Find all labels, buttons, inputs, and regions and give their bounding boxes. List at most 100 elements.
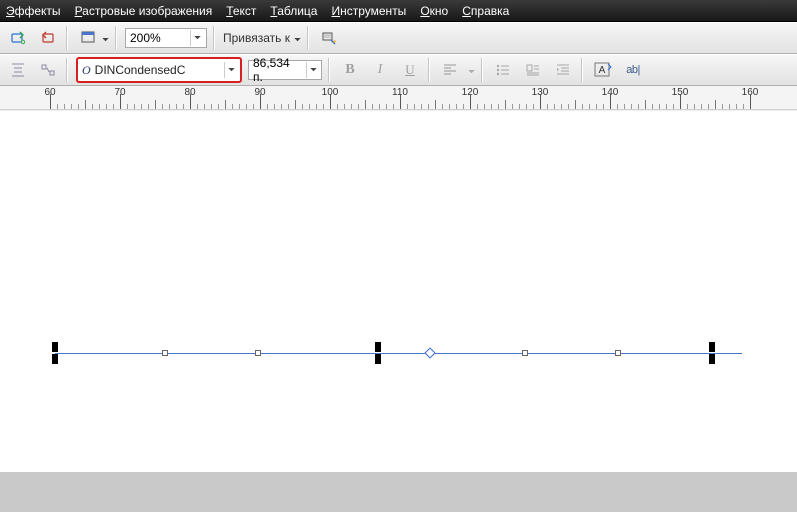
svg-text:A: A bbox=[599, 65, 606, 76]
italic-button[interactable]: I bbox=[368, 58, 392, 82]
selection-handle[interactable] bbox=[709, 354, 715, 364]
bullet-list-icon[interactable] bbox=[491, 58, 515, 82]
separator bbox=[581, 58, 585, 82]
ruler-tick bbox=[701, 104, 702, 109]
ruler-tick bbox=[351, 104, 352, 109]
ruler-tick bbox=[372, 104, 373, 109]
ruler-tick bbox=[274, 104, 275, 109]
separator bbox=[307, 26, 311, 50]
selection-outline[interactable] bbox=[55, 353, 742, 354]
ruler-tick bbox=[505, 100, 506, 109]
ruler-tick bbox=[211, 104, 212, 109]
distribute-icon[interactable] bbox=[36, 58, 60, 82]
indent-icon[interactable] bbox=[551, 58, 575, 82]
ruler-tick bbox=[736, 104, 737, 109]
text-toolbar: O DINCondensedC 86,534 п. B I U A ab| bbox=[0, 54, 797, 86]
ruler-tick bbox=[659, 104, 660, 109]
menu-text[interactable]: Текст bbox=[226, 4, 256, 18]
zoom-combo[interactable]: 200% bbox=[125, 28, 207, 48]
ruler-tick bbox=[526, 104, 527, 109]
ruler-tick bbox=[85, 100, 86, 109]
ruler-tick bbox=[162, 104, 163, 109]
character-format-icon[interactable]: A bbox=[591, 58, 615, 82]
ruler-tick bbox=[365, 100, 366, 109]
ruler-tick bbox=[715, 100, 716, 109]
menu-raster[interactable]: Растровые изображения bbox=[75, 4, 213, 18]
ruler-tick bbox=[379, 104, 380, 109]
ruler-tick bbox=[687, 104, 688, 109]
ruler-tick bbox=[617, 104, 618, 109]
align-guides-icon[interactable] bbox=[6, 58, 30, 82]
ruler-tick bbox=[645, 100, 646, 109]
separator bbox=[213, 26, 217, 50]
ruler-tick bbox=[155, 100, 156, 109]
ruler-tick bbox=[491, 104, 492, 109]
ruler-tick bbox=[120, 94, 121, 109]
ruler-tick bbox=[323, 104, 324, 109]
ruler-tick bbox=[477, 104, 478, 109]
separator bbox=[328, 58, 332, 82]
ruler-tick bbox=[190, 94, 191, 109]
import-icon[interactable] bbox=[6, 26, 30, 50]
menu-effects[interactable]: Эффекты bbox=[6, 4, 61, 18]
ruler-tick bbox=[92, 104, 93, 109]
standard-toolbar: 200% Привязать к bbox=[0, 22, 797, 54]
ruler-tick bbox=[134, 104, 135, 109]
ruler-tick bbox=[57, 104, 58, 109]
ruler-tick bbox=[568, 104, 569, 109]
ruler-tick bbox=[554, 104, 555, 109]
chevron-down-icon bbox=[224, 62, 238, 78]
selection-handle[interactable] bbox=[52, 354, 58, 364]
snap-label: Привязать к bbox=[223, 31, 290, 45]
separator bbox=[428, 58, 432, 82]
publish-dropdown[interactable] bbox=[76, 26, 109, 50]
font-size-value: 86,534 п. bbox=[253, 56, 298, 84]
selection-mid-handle[interactable] bbox=[255, 350, 261, 356]
ruler-tick bbox=[281, 104, 282, 109]
selection-handle[interactable] bbox=[375, 342, 381, 352]
ruler-tick bbox=[561, 104, 562, 109]
selection-mid-handle[interactable] bbox=[162, 350, 168, 356]
ruler-tick bbox=[176, 104, 177, 109]
font-family-combo[interactable]: O DINCondensedC bbox=[76, 57, 242, 83]
dropcap-icon[interactable] bbox=[521, 58, 545, 82]
selection-handle[interactable] bbox=[52, 342, 58, 352]
selection-mid-handle[interactable] bbox=[615, 350, 621, 356]
separator bbox=[115, 26, 119, 50]
ruler-tick bbox=[344, 104, 345, 109]
export-icon[interactable] bbox=[36, 26, 60, 50]
ruler-tick bbox=[750, 94, 751, 109]
ruler-tick bbox=[442, 104, 443, 109]
font-size-combo[interactable]: 86,534 п. bbox=[248, 60, 322, 80]
ruler-tick bbox=[498, 104, 499, 109]
ruler-tick bbox=[253, 104, 254, 109]
ruler-tick bbox=[652, 104, 653, 109]
snap-to-dropdown[interactable]: Привязать к bbox=[223, 31, 301, 45]
ruler-tick bbox=[330, 94, 331, 109]
menu-table[interactable]: Таблица bbox=[270, 4, 317, 18]
ruler-tick bbox=[743, 104, 744, 109]
document-canvas[interactable] bbox=[0, 110, 797, 512]
bold-button[interactable]: B bbox=[338, 58, 362, 82]
ruler-tick bbox=[358, 104, 359, 109]
bottom-panel bbox=[0, 472, 797, 512]
horizontal-ruler[interactable]: 60708090100110120130140150160 bbox=[0, 86, 797, 110]
edit-text-icon[interactable]: ab| bbox=[621, 58, 645, 82]
underline-button[interactable]: U bbox=[398, 58, 422, 82]
options-icon[interactable] bbox=[317, 26, 341, 50]
selection-mid-handle[interactable] bbox=[522, 350, 528, 356]
selection-handle[interactable] bbox=[709, 342, 715, 352]
menu-help[interactable]: Справка bbox=[462, 4, 509, 18]
font-glyph-icon: O bbox=[82, 63, 91, 78]
ruler-tick bbox=[267, 104, 268, 109]
ruler-tick bbox=[106, 104, 107, 109]
ruler-tick bbox=[64, 104, 65, 109]
ruler-tick bbox=[463, 104, 464, 109]
ruler-tick bbox=[533, 104, 534, 109]
align-dropdown[interactable] bbox=[468, 63, 475, 77]
selection-handle[interactable] bbox=[375, 354, 381, 364]
ruler-tick bbox=[78, 104, 79, 109]
menu-tools[interactable]: Инструменты bbox=[331, 4, 406, 18]
menu-window[interactable]: Окно bbox=[420, 4, 448, 18]
align-left-icon[interactable] bbox=[438, 58, 462, 82]
